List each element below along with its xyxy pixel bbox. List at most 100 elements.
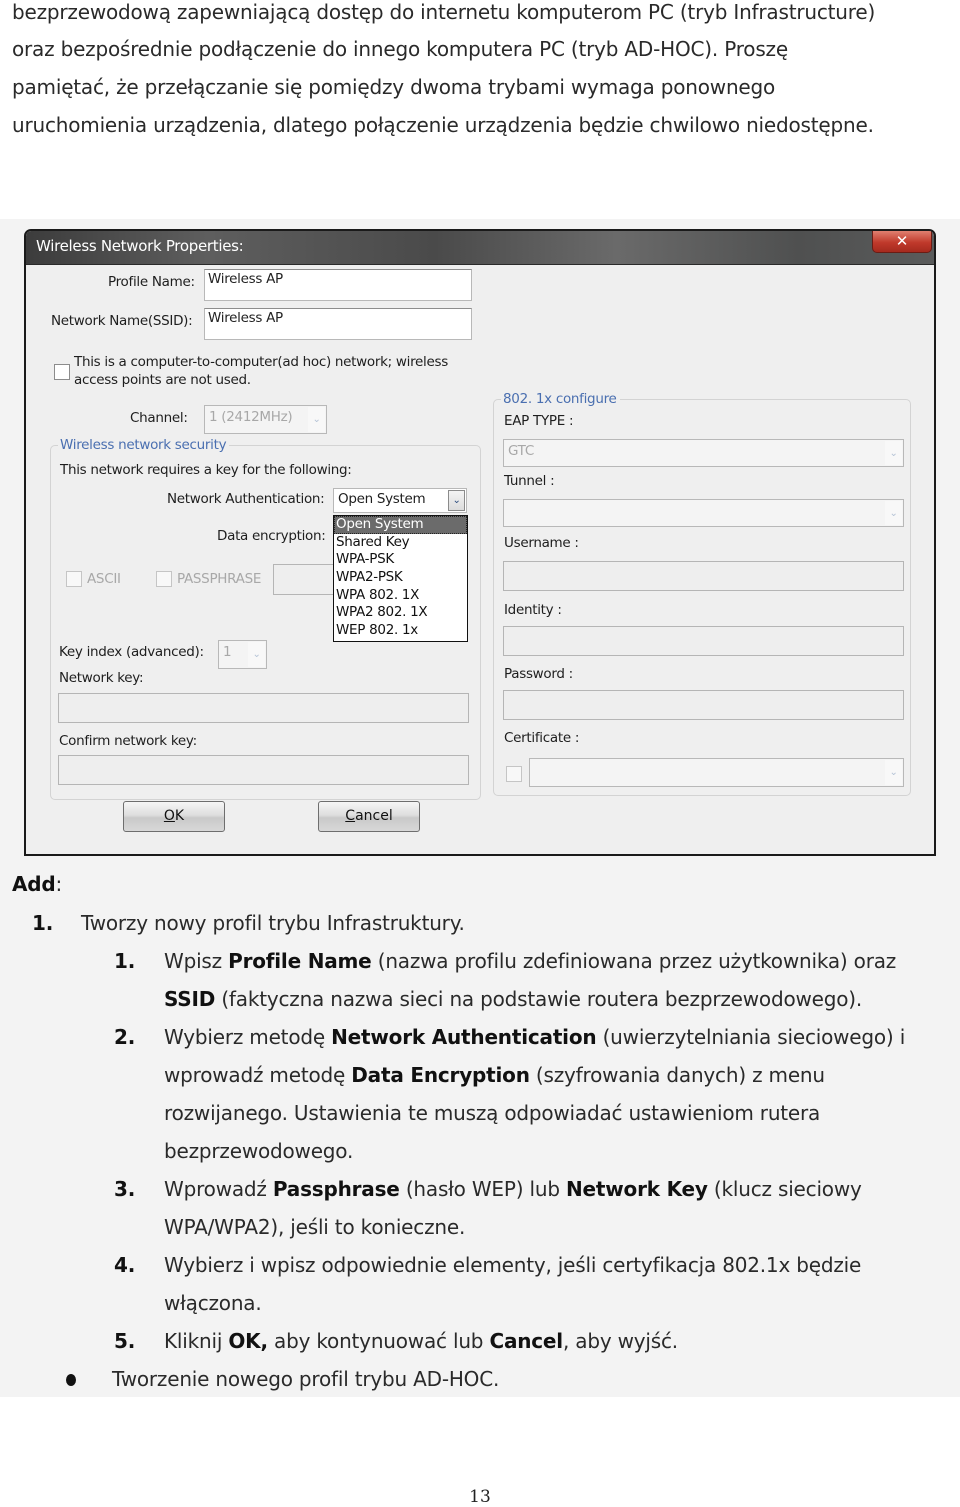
list-item-text: Tworzy nowy profil trybu Infrastruktury. [81,911,465,935]
step-number: 2. [114,1025,136,1049]
step-text-part: Wybierz metodę [164,1025,332,1049]
passphrase-checkbox[interactable] [156,571,172,587]
eap-type-label: EAP TYPE : [504,413,574,429]
step-text: włączona. [164,1291,262,1315]
step-number: 3. [114,1177,136,1201]
identity-input[interactable] [503,626,904,656]
requires-key-label: This network requires a key for the foll… [60,462,352,478]
network-authentication-label: Network Authentication: [167,491,325,507]
chevron-down-icon: ⌄ [308,407,325,432]
step-text-part: Wprowadź [164,1177,273,1201]
passphrase-input[interactable] [273,564,335,595]
network-authentication-select[interactable]: Open System ⌄ [333,488,467,513]
ascii-label: ASCII [87,571,121,587]
password-input[interactable] [503,690,904,720]
channel-select[interactable]: 1 (2412MHz) ⌄ [204,405,327,434]
network-authentication-dropdown[interactable]: Open System Shared Key WPA-PSK WPA2-PSK … [333,515,468,642]
ssid-input[interactable]: Wireless AP [204,308,472,340]
dropdown-option-wpa2-8021x[interactable]: WPA2 802. 1X [334,604,467,622]
step-text-part: (hasło WEP) lub [399,1177,566,1201]
confirm-network-key-input[interactable] [58,755,469,785]
cancel-label: ancel [355,808,393,824]
step-text: rozwijanego. Ustawienia te muszą odpowia… [164,1101,821,1125]
step-text-part: Wpisz [164,949,229,973]
add-heading-colon: : [55,872,63,896]
ok-button[interactable]: OK [123,801,225,832]
intro-line: oraz bezpośrednie podłączenie do innego … [12,37,788,61]
dropdown-option-wpa2-psk[interactable]: WPA2-PSK [334,569,467,587]
step-text: SSID (faktyczna nazwa sieci na podstawie… [164,987,862,1011]
certificate-label: Certificate : [504,730,580,746]
key-index-label: Key index (advanced): [59,644,204,660]
network-key-label: Network key: [59,670,144,686]
step-number: 1. [114,949,136,973]
step-number: 4. [114,1253,136,1277]
profile-name-value: Wireless AP [208,271,283,287]
eap-type-select[interactable]: GTC ⌄ [503,439,904,467]
data-encryption-label: Data encryption: [217,528,326,544]
step-text-bold: Profile Name [228,949,372,973]
profile-name-input[interactable]: Wireless AP [204,269,472,301]
close-button[interactable]: ✕ [872,231,932,253]
dropdown-option-shared-key[interactable]: Shared Key [334,534,467,552]
network-key-input[interactable] [58,693,469,723]
network-authentication-value: Open System [338,491,426,507]
bullet-text: Tworzenie nowego profil trybu AD-HOC. [112,1367,500,1391]
step-text-bold: Data Encryption [351,1063,530,1087]
profile-name-label: Profile Name: [108,274,195,290]
step-text-part: (uwierzytelniania sieciowego) i [596,1025,906,1049]
chevron-down-icon: ⌄ [885,760,902,785]
username-label: Username : [504,535,579,551]
passphrase-label: PASSPHRASE [177,571,262,587]
dot1x-configure-legend: 802. 1x configure [501,391,620,407]
tunnel-select[interactable]: ⌄ [503,499,904,527]
ssid-label: Network Name(SSID): [51,313,193,329]
ascii-checkbox[interactable] [66,571,82,587]
intro-line: uruchomienia urządzenia, dlatego połącze… [12,113,874,137]
ok-label: K [174,808,185,824]
chevron-down-icon: ⌄ [885,441,902,465]
step-text: bezprzewodowego. [164,1139,354,1163]
adhoc-checkbox-label-line2: access points are not used. [74,372,251,388]
cancel-button[interactable]: Cancel [318,801,420,832]
step-number: 5. [114,1329,136,1353]
dialog-titlebar[interactable]: Wireless Network Properties: ✕ [26,231,934,265]
identity-label: Identity : [504,602,562,618]
chevron-down-icon[interactable]: ⌄ [448,490,465,511]
certificate-select[interactable]: ⌄ [529,758,904,787]
step-text-part: (klucz sieciowy [707,1177,862,1201]
key-index-select[interactable]: 1 ⌄ [218,640,267,669]
intro-line: pamiętać, że przełączanie się pomiędzy d… [12,75,776,99]
key-index-value: 1 [223,644,232,660]
bullet-icon [66,1374,76,1386]
step-text-part: (szyfrowania danych) z menu [529,1063,825,1087]
channel-label: Channel: [130,410,188,426]
step-text-bold: Network Key [565,1177,708,1201]
step-text-bold: OK, [228,1329,268,1353]
close-icon: ✕ [895,232,909,250]
step-text: Wpisz Profile Name (nazwa profilu zdefin… [164,949,896,973]
wireless-security-legend: Wireless network security [58,437,230,453]
step-text-bold: Network Authentication [331,1025,597,1049]
ssid-value: Wireless AP [208,310,283,326]
step-text-part: , aby wyjść. [562,1329,678,1353]
wireless-network-properties-dialog: Wireless Network Properties: ✕ Profile N… [24,229,936,856]
ok-mnemonic: O [163,808,175,824]
step-text-part: wprowadź metodę [164,1063,352,1087]
adhoc-checkbox[interactable] [54,364,70,380]
tunnel-label: Tunnel : [504,473,555,489]
step-text-part: Kliknij [164,1329,229,1353]
dropdown-option-wpa-psk[interactable]: WPA-PSK [334,551,467,569]
username-input[interactable] [503,561,904,591]
add-heading-bold: Add [12,872,56,896]
step-text-bold: SSID [164,987,216,1011]
certificate-checkbox[interactable] [506,766,522,782]
confirm-network-key-label: Confirm network key: [59,733,197,749]
dropdown-option-wep-8021x[interactable]: WEP 802. 1x [334,622,467,640]
dropdown-option-wpa-8021x[interactable]: WPA 802. 1X [334,587,467,605]
chevron-down-icon: ⌄ [885,501,902,525]
add-heading: Add: [12,872,62,896]
page-number: 13 [469,1487,491,1507]
password-label: Password : [504,666,573,682]
dropdown-option-open-system[interactable]: Open System [334,516,467,534]
